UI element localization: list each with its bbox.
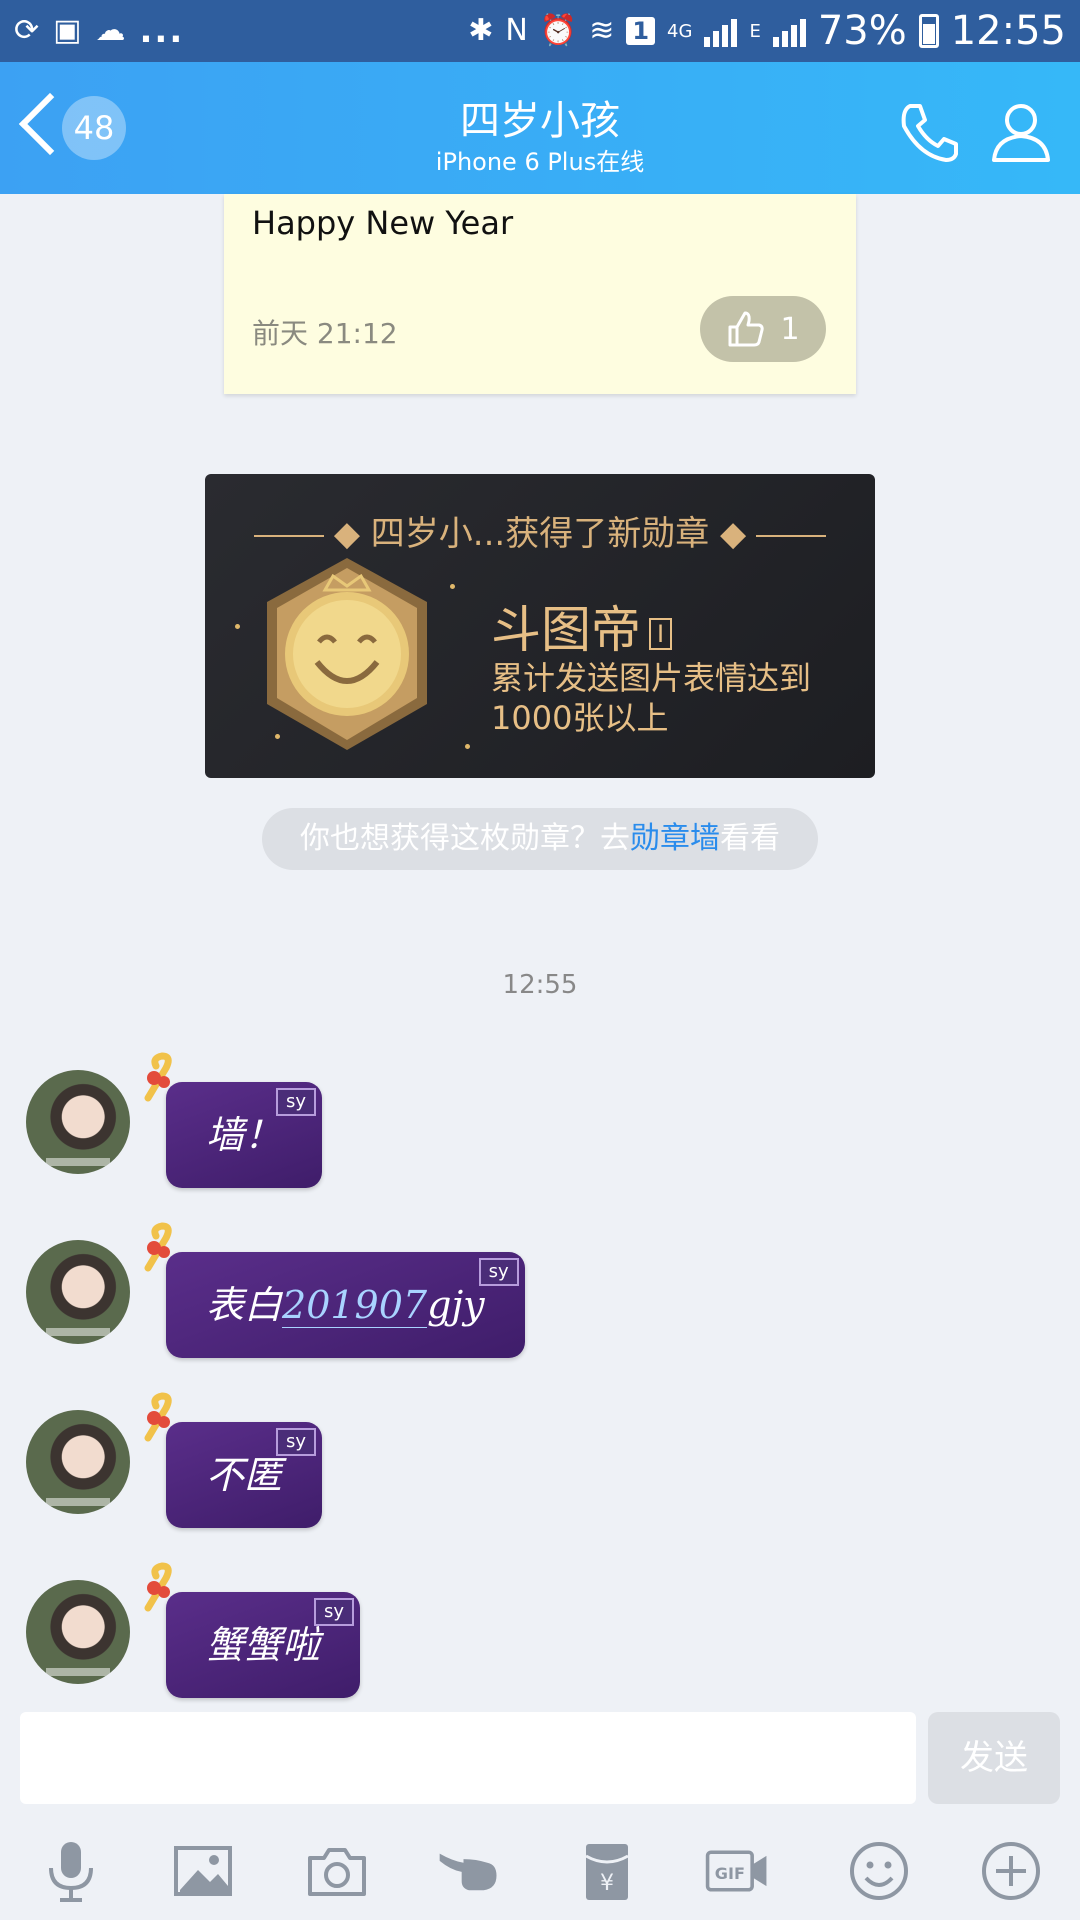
avatar[interactable] <box>26 1580 130 1684</box>
chat-header: 48 四岁小孩 iPhone 6 Plus在线 <box>0 62 1080 194</box>
note-card[interactable]: Happy New Year 前天 21:12 1 <box>224 194 856 394</box>
medal-wall-link[interactable]: 勋章墙 <box>630 821 720 856</box>
message-underlined-text: 201907 <box>282 1283 428 1328</box>
image-notification-icon: ▣ <box>53 13 82 48</box>
red-packet-icon[interactable]: ¥ <box>574 1838 640 1904</box>
bubble-tag: sy <box>478 1258 519 1286</box>
microphone-icon[interactable] <box>38 1838 104 1904</box>
message-bubble[interactable]: 表白201907gjy sy <box>166 1252 525 1358</box>
status-bar: ⟳ ▣ ☁ ... ✱ N ⏰ ≋ 1 4G E 73% 12:55 <box>0 0 1080 62</box>
medal-title: 斗图帝 <box>491 601 641 659</box>
image-icon[interactable] <box>170 1838 236 1904</box>
more-notifications: ... <box>139 11 185 51</box>
time-divider: 12:55 <box>502 970 578 1000</box>
bluetooth-icon: ✱ <box>468 13 494 48</box>
poke-icon[interactable] <box>436 1838 508 1904</box>
emoji-icon[interactable] <box>846 1838 912 1904</box>
message-row: 蟹蟹啦 sy <box>26 1562 526 1698</box>
camera-icon[interactable] <box>304 1838 370 1904</box>
sparkle <box>235 624 240 629</box>
message-row: 表白201907gjy sy <box>26 1222 526 1358</box>
network-e-label: E <box>749 20 761 42</box>
medal-card[interactable]: ◆ 四岁小...获得了新勋章 ◆ 斗图帝 I 累计发送图片表情达到 1000张以上 <box>205 474 875 778</box>
avatar[interactable] <box>26 1240 130 1344</box>
message-tail-text: gjy <box>427 1283 485 1327</box>
nfc-icon: N <box>505 13 528 48</box>
sim-badge: 1 <box>626 17 656 45</box>
network-4g-label: 4G <box>667 20 693 42</box>
input-toolbar: ¥ GIF <box>0 1820 1080 1920</box>
battery-icon <box>918 14 939 48</box>
bubble-tag: sy <box>275 1088 317 1116</box>
wifi-icon: ≋ <box>589 13 615 48</box>
message-row: 墙！ sy <box>26 1052 526 1188</box>
medal-name: 斗图帝 I <box>491 590 673 662</box>
sync-icon: ⟳ <box>14 13 40 48</box>
message-text: 蟹蟹啦 <box>206 1623 321 1667</box>
medal-desc-line2: 1000张以上 <box>491 699 669 737</box>
wechat-icon: ☁ <box>95 13 126 48</box>
alarm-icon: ⏰ <box>539 13 578 48</box>
signal-icon <box>704 15 738 47</box>
message-bubble[interactable]: 蟹蟹啦 sy <box>166 1592 361 1698</box>
sparkle <box>465 744 470 749</box>
like-count: 1 <box>780 311 800 347</box>
medal-description: 累计发送图片表情达到 1000张以上 <box>491 658 851 738</box>
bubble-tag: sy <box>313 1598 355 1626</box>
message-input-row: 发送 <box>0 1700 1080 1810</box>
message-bubble[interactable]: 不匿 sy <box>166 1422 323 1528</box>
avatar[interactable] <box>26 1410 130 1514</box>
thumbs-up-icon <box>728 311 765 347</box>
medal-hint-suffix: 看看 <box>720 821 780 856</box>
medal-level: I <box>649 617 673 650</box>
battery-percent: 73% <box>817 8 907 54</box>
message-text: 不匿 <box>206 1453 283 1497</box>
sparkle <box>275 734 280 739</box>
message-text: 墙！ <box>206 1113 283 1157</box>
message-text: 表白 <box>206 1283 283 1327</box>
medal-hint: 你也想获得这枚勋章？去勋章墙看看 <box>262 808 818 870</box>
signal-icon-2 <box>772 15 806 47</box>
like-button[interactable]: 1 <box>700 296 826 362</box>
message-input[interactable] <box>20 1712 916 1804</box>
sparkle <box>450 584 455 589</box>
note-time: 前天 21:12 <box>252 317 398 350</box>
medal-hint-prefix: 你也想获得这枚勋章？去 <box>300 821 630 856</box>
gif-icon[interactable]: GIF <box>704 1838 778 1904</box>
bubble-tag: sy <box>275 1428 317 1456</box>
medal-headline: ◆ 四岁小...获得了新勋章 ◆ <box>205 506 875 555</box>
svg-text:GIF: GIF <box>715 1864 745 1883</box>
message-bubble[interactable]: 墙！ sy <box>166 1082 323 1188</box>
svg-text:¥: ¥ <box>600 1871 614 1896</box>
clock: 12:55 <box>950 8 1066 54</box>
plus-icon[interactable] <box>978 1838 1044 1904</box>
avatar[interactable] <box>26 1070 130 1174</box>
smiley-medal-icon <box>267 558 427 750</box>
profile-icon[interactable] <box>988 98 1054 164</box>
send-button[interactable]: 发送 <box>928 1712 1060 1804</box>
message-row: 不匿 sy <box>26 1392 526 1528</box>
note-text: Happy New Year <box>252 204 514 242</box>
phone-icon[interactable] <box>896 98 962 164</box>
medal-desc-line1: 累计发送图片表情达到 <box>491 659 812 697</box>
